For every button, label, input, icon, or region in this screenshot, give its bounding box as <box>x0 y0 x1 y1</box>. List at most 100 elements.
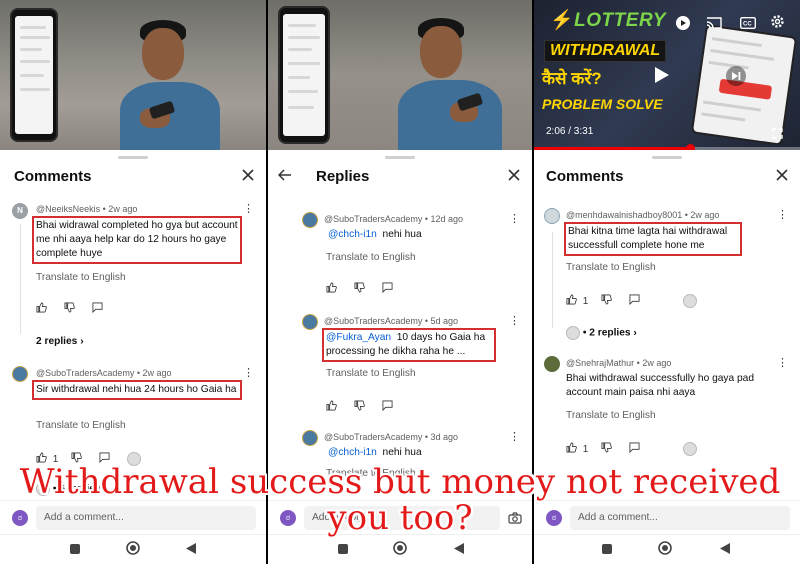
add-comment-input[interactable]: Add a comment... <box>570 506 790 530</box>
cast-icon[interactable] <box>706 16 722 34</box>
thumbs-up-icon[interactable] <box>326 400 337 414</box>
back-arrow-icon[interactable] <box>277 166 292 186</box>
video-thumbnail[interactable] <box>268 0 532 150</box>
avatar[interactable] <box>544 208 560 224</box>
translate-link[interactable]: Translate to English <box>566 410 656 421</box>
translate-link[interactable]: Translate to English <box>36 272 126 283</box>
nav-square-icon[interactable] <box>338 543 348 557</box>
comment-author-meta[interactable]: @NeeiksNeekis • 2w ago <box>36 204 137 214</box>
chevron-right-icon: › <box>80 336 84 347</box>
drag-handle[interactable] <box>385 156 415 159</box>
play-icon[interactable] <box>676 16 690 35</box>
avatar[interactable] <box>544 356 560 372</box>
reply-author-meta[interactable]: @SuboTradersAcademy • 3d ago <box>324 432 458 442</box>
kebab-icon[interactable]: ⋮ <box>509 432 520 443</box>
thumbs-up-icon[interactable] <box>36 302 47 316</box>
settings-icon[interactable] <box>770 14 785 34</box>
add-comment-input[interactable]: Add a comment... <box>36 506 256 530</box>
reply-author-meta[interactable]: @SuboTradersAcademy • 5d ago <box>324 316 458 326</box>
kebab-icon[interactable]: ⋮ <box>509 316 520 327</box>
translate-link[interactable]: Translate to English <box>326 468 416 479</box>
nav-back-triangle-icon[interactable] <box>454 543 464 557</box>
replies-link[interactable]: • 2 replies › <box>566 326 637 340</box>
replies-link[interactable]: • 6 replies <box>36 482 101 496</box>
video-subtitle-text: PROBLEM SOLVE <box>542 96 663 112</box>
captions-icon[interactable]: CC <box>739 16 757 34</box>
drag-handle[interactable] <box>118 156 148 159</box>
reply-icon[interactable] <box>629 442 640 456</box>
video-brand-text: ⚡LOTTERY <box>550 10 666 31</box>
video-progress-scrubber[interactable] <box>685 144 695 150</box>
avatar[interactable] <box>302 430 318 446</box>
comment-author-meta[interactable]: @menhdawalnishadboy8001 • 2w ago <box>566 210 719 220</box>
nav-back-triangle-icon[interactable] <box>186 543 196 557</box>
play-pause-icon[interactable] <box>654 66 670 89</box>
chevron-right-icon: › <box>633 327 637 339</box>
close-icon[interactable] <box>774 168 790 184</box>
panel-replies-middle: Replies @SuboTradersAcademy • 12d ago @c… <box>268 0 532 564</box>
add-comment-bar: ಠ Add a comment... <box>534 500 800 534</box>
add-comment-bar: ಠ Add a comment... <box>0 500 266 534</box>
close-icon[interactable] <box>506 168 522 184</box>
thumbs-down-icon[interactable] <box>354 400 365 414</box>
reply-icon[interactable] <box>92 302 103 316</box>
comment-text: Bhai kitna time lagta hai withdrawal suc… <box>564 222 742 256</box>
phone-image <box>278 6 330 144</box>
thumbs-down-icon[interactable] <box>64 302 75 316</box>
mention-link[interactable]: @Fukra_Ayan <box>326 332 391 343</box>
video-progress-fill <box>534 147 690 150</box>
nav-circle-icon[interactable] <box>126 541 140 558</box>
nav-square-icon[interactable] <box>70 543 80 557</box>
avatar[interactable] <box>302 212 318 228</box>
kebab-icon[interactable]: ⋮ <box>509 214 520 225</box>
avatar[interactable] <box>12 366 28 382</box>
translate-link[interactable]: Translate to English <box>326 252 416 263</box>
translate-link[interactable]: Translate to English <box>326 368 416 379</box>
avatar[interactable]: N <box>12 203 28 219</box>
thumbs-down-icon[interactable] <box>601 442 612 456</box>
like-count: 1 <box>582 443 589 455</box>
comment-author-meta[interactable]: @SnehrajMathur • 2w ago <box>566 358 671 368</box>
thumbs-down-icon[interactable] <box>354 282 365 296</box>
close-icon[interactable] <box>240 168 256 184</box>
reply-icon[interactable] <box>629 294 640 308</box>
kebab-icon[interactable]: ⋮ <box>243 368 254 379</box>
comment-actions: 1 ♥ <box>566 294 697 308</box>
nav-circle-icon[interactable] <box>658 541 672 558</box>
kebab-icon[interactable]: ⋮ <box>777 358 788 369</box>
video-progress-bar[interactable] <box>534 144 800 150</box>
replies-link[interactable]: 2 replies › <box>36 336 84 347</box>
nav-circle-icon[interactable] <box>393 541 407 558</box>
add-reply-input[interactable]: Add a reply... <box>304 506 500 530</box>
avatar[interactable] <box>302 314 318 330</box>
skip-next-icon[interactable] <box>726 66 746 91</box>
drag-handle[interactable] <box>652 156 682 159</box>
thumbs-up-icon[interactable] <box>36 452 47 466</box>
translate-link[interactable]: Translate to English <box>36 420 126 431</box>
thumbs-up-icon[interactable] <box>326 282 337 296</box>
mention-link[interactable]: @chch-i1n <box>328 447 377 458</box>
video-thumbnail[interactable] <box>0 0 266 150</box>
reply-icon[interactable] <box>99 452 110 466</box>
comment-actions: 1 ♥ <box>36 452 141 466</box>
phone-image <box>10 8 58 142</box>
thread-line <box>552 232 553 328</box>
reply-icon[interactable] <box>382 400 393 414</box>
video-player[interactable]: ⚡LOTTERY WITHDRAWAL कैसे करें? PROBLEM S… <box>534 0 800 150</box>
fullscreen-icon[interactable] <box>772 126 783 144</box>
comment-actions <box>36 302 103 316</box>
comment-author-meta[interactable]: @SuboTradersAcademy • 2w ago <box>36 368 172 378</box>
camera-icon[interactable] <box>508 511 522 529</box>
reply-icon[interactable] <box>382 282 393 296</box>
thumbs-up-icon[interactable] <box>566 294 577 308</box>
kebab-icon[interactable]: ⋮ <box>243 204 254 215</box>
reply-author-meta[interactable]: @SuboTradersAcademy • 12d ago <box>324 214 463 224</box>
translate-link[interactable]: Translate to English <box>566 262 656 273</box>
nav-square-icon[interactable] <box>602 543 612 557</box>
thumbs-up-icon[interactable] <box>566 442 577 456</box>
thumbs-down-icon[interactable] <box>601 294 612 308</box>
thumbs-down-icon[interactable] <box>71 452 82 466</box>
kebab-icon[interactable]: ⋮ <box>777 210 788 221</box>
mention-link[interactable]: @chch-i1n <box>328 229 377 240</box>
nav-back-triangle-icon[interactable] <box>720 543 730 557</box>
